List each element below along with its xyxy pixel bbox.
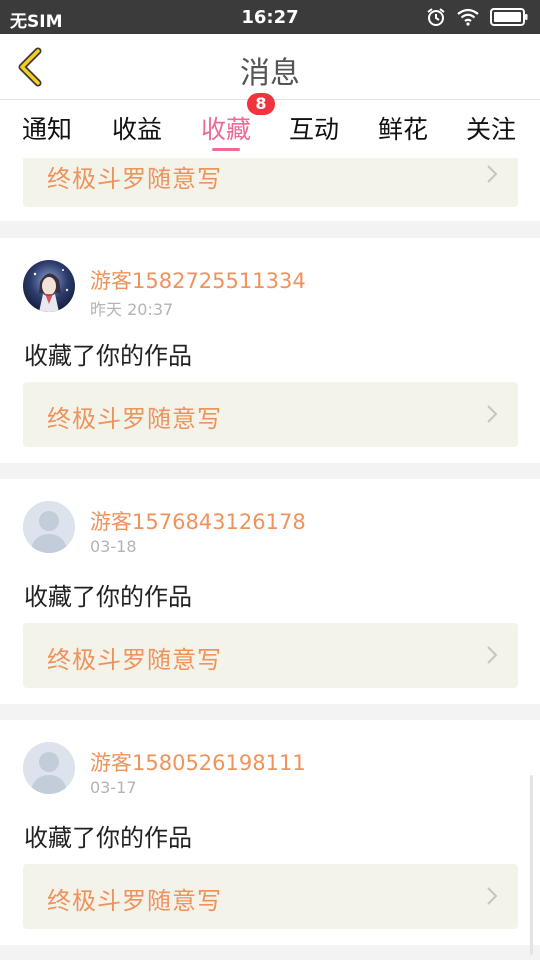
username[interactable]: 游客1582725511334 (90, 265, 306, 295)
chevron-right-icon (487, 165, 498, 183)
message-card: 终极斗罗随意写 (0, 158, 540, 221)
action-text: 收藏了你的作品 (24, 583, 192, 611)
chevron-right-icon (487, 646, 498, 664)
message-list[interactable]: 终极斗罗随意写 游客1582725511334 昨天 20:37 收藏了你的作品… (0, 158, 540, 960)
active-tab-indicator (212, 148, 240, 151)
anime-avatar-image (23, 260, 75, 312)
tab-notifications[interactable]: 通知 (22, 110, 72, 146)
default-avatar-icon (23, 742, 75, 794)
scrollbar[interactable] (530, 775, 533, 955)
chevron-right-icon (487, 887, 498, 905)
work-title: 终极斗罗随意写 (47, 405, 222, 433)
action-text: 收藏了你的作品 (24, 824, 192, 852)
tab-interactions[interactable]: 互动 (289, 110, 339, 146)
chevron-right-icon (487, 405, 498, 423)
tab-following[interactable]: 关注 (466, 110, 516, 146)
action-text: 收藏了你的作品 (24, 342, 192, 370)
avatar[interactable] (23, 260, 75, 312)
work-link[interactable]: 终极斗罗随意写 (23, 623, 518, 688)
tab-earnings[interactable]: 收益 (112, 110, 162, 146)
work-link[interactable]: 终极斗罗随意写 (23, 864, 518, 929)
timestamp: 03-18 (90, 537, 137, 556)
work-link[interactable]: 终极斗罗随意写 (23, 158, 518, 207)
tab-favorites[interactable]: 收藏 (201, 110, 251, 146)
alarm-icon (427, 8, 445, 26)
timestamp: 昨天 20:37 (90, 300, 174, 319)
battery-icon (490, 8, 528, 26)
message-card: 游客1576843126178 03-18 收藏了你的作品 终极斗罗随意写 (0, 479, 540, 704)
message-card: 游客1582725511334 昨天 20:37 收藏了你的作品 终极斗罗随意写 (0, 238, 540, 463)
work-title: 终极斗罗随意写 (47, 646, 222, 674)
page-title: 消息 (240, 56, 300, 91)
avatar[interactable] (23, 742, 75, 794)
header-bar: 消息 (0, 34, 540, 100)
timestamp: 03-17 (90, 778, 137, 797)
message-card: 游客1580526198111 03-17 收藏了你的作品 终极斗罗随意写 (0, 720, 540, 945)
work-title: 终极斗罗随意写 (47, 887, 222, 915)
avatar[interactable] (23, 501, 75, 553)
unread-badge: 8 (247, 93, 275, 115)
tab-flowers[interactable]: 鲜花 (378, 110, 428, 146)
work-link[interactable]: 终极斗罗随意写 (23, 382, 518, 447)
username[interactable]: 游客1580526198111 (90, 747, 306, 777)
status-icons (426, 7, 528, 27)
work-title: 终极斗罗随意写 (47, 165, 222, 193)
username[interactable]: 游客1576843126178 (90, 506, 306, 536)
wifi-icon (457, 8, 479, 26)
status-bar: 无SIM 16:27 (0, 0, 540, 34)
default-avatar-icon (23, 501, 75, 553)
